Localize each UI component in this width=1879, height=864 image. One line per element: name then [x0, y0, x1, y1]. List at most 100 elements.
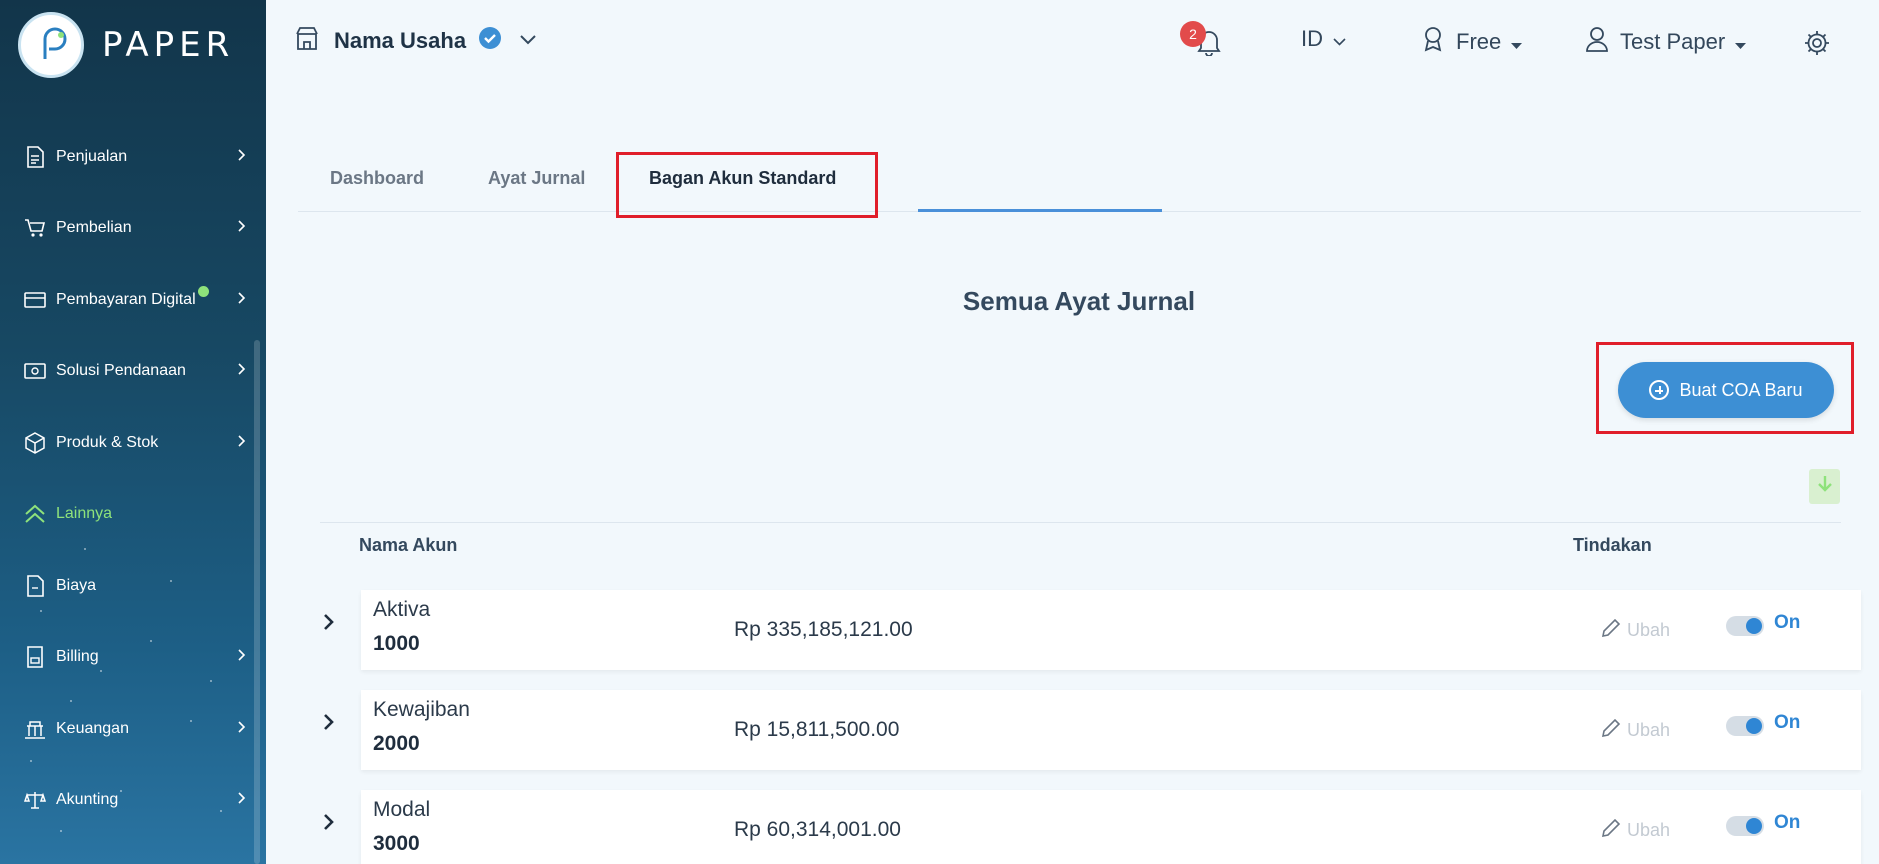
- highlight-box-button: [1596, 342, 1854, 434]
- chevron-right-icon: [238, 362, 246, 380]
- account-name: Modal: [373, 798, 431, 821]
- pencil-icon: [1601, 618, 1621, 643]
- toggle-knob: [1746, 718, 1762, 734]
- sidebar-item-label: Pembelian: [56, 219, 132, 237]
- award-icon: [1422, 26, 1444, 58]
- edit-button[interactable]: Ubah: [1601, 618, 1670, 643]
- pencil-icon: [1601, 818, 1621, 843]
- sidebar-item-label: Keuangan: [56, 719, 129, 737]
- money-icon: [24, 360, 46, 382]
- sidebar-item-lainnya[interactable]: Lainnya: [0, 479, 266, 551]
- brand-name: PAPER: [102, 25, 235, 65]
- expand-row-button[interactable]: [323, 710, 335, 738]
- sidebar-item-label: Lainnya: [56, 505, 113, 523]
- sidebar-item-biaya[interactable]: Biaya: [0, 550, 266, 622]
- download-button[interactable]: [1809, 469, 1840, 504]
- billing-icon: [24, 646, 46, 669]
- sidebar-item-keuangan[interactable]: Keuangan: [0, 693, 266, 765]
- account-name: Kewajiban: [373, 698, 470, 721]
- chevron-right-icon: [238, 434, 246, 452]
- account-code: 2000: [373, 732, 420, 755]
- table-row: Aktiva 1000 Rp 335,185,121.00 Ubah On: [361, 590, 1861, 670]
- sidebar-item-penjualan[interactable]: Penjualan: [0, 121, 266, 193]
- status-label: On: [1774, 712, 1801, 733]
- sidebar-item-label: Penjualan: [56, 147, 128, 165]
- plan-selector[interactable]: Free: [1422, 26, 1523, 58]
- sidebar-item-label: Billing: [56, 648, 99, 666]
- brand[interactable]: PAPER: [18, 12, 234, 78]
- sidebar-item-akunting[interactable]: Akunting: [0, 765, 266, 837]
- edit-label: Ubah: [1627, 820, 1671, 840]
- notification-count-badge: 2: [1180, 21, 1206, 47]
- column-header-actions: Tindakan: [1573, 535, 1652, 555]
- chevron-down-icon[interactable]: [520, 32, 536, 50]
- account-code: 3000: [373, 832, 420, 855]
- tab-bar: Dashboard Ayat Jurnal Bagan Akun Standar…: [298, 152, 1861, 212]
- sidebar-item-label: Akunting: [56, 791, 119, 809]
- sidebar-item-solusi-pendanaan[interactable]: Solusi Pendanaan: [0, 336, 266, 408]
- user-icon: [1586, 26, 1608, 58]
- pencil-icon: [1601, 718, 1621, 743]
- business-name: Nama Usaha: [334, 27, 467, 53]
- chevrons-up-icon: [24, 503, 46, 525]
- arrow-down-icon: [1817, 475, 1833, 498]
- settings-button[interactable]: [1804, 30, 1830, 62]
- language-selector[interactable]: ID: [1301, 26, 1346, 52]
- status-toggle[interactable]: [1726, 816, 1764, 836]
- sidebar-item-label: Biaya: [56, 576, 97, 594]
- chevron-right-icon: [238, 219, 246, 237]
- tab-ayat-jurnal[interactable]: Ayat Jurnal: [488, 168, 585, 189]
- status-label: On: [1774, 812, 1801, 833]
- expand-row-button[interactable]: [323, 810, 335, 838]
- account-amount: Rp 335,185,121.00: [734, 618, 913, 641]
- scale-icon: [24, 789, 46, 811]
- sidebar-item-produk-stok[interactable]: Produk & Stok: [0, 407, 266, 479]
- active-tab-indicator: [918, 209, 1162, 212]
- table-row: Kewajiban 2000 Rp 15,811,500.00 Ubah On: [361, 690, 1861, 770]
- account-name: Aktiva: [373, 598, 431, 621]
- document-icon: [24, 145, 46, 168]
- sidebar-item-label: Produk & Stok: [56, 433, 159, 451]
- chevron-right-icon: [238, 148, 246, 166]
- cart-icon: [24, 217, 46, 239]
- table-header: Nama Akun Tindakan: [320, 522, 1841, 562]
- chevron-right-icon: [238, 791, 246, 809]
- status-label: On: [1774, 612, 1801, 633]
- tab-dashboard[interactable]: Dashboard: [330, 168, 424, 189]
- highlight-box-tab: [616, 152, 878, 218]
- table-row: Modal 3000 Rp 60,314,001.00 Ubah On: [361, 790, 1861, 864]
- business-switcher[interactable]: Nama Usaha: [296, 26, 536, 55]
- sidebar-item-pembelian[interactable]: Pembelian: [0, 193, 266, 265]
- user-name: Test Paper: [1620, 29, 1726, 54]
- plan-value: Free: [1456, 29, 1502, 54]
- account-amount: Rp 15,811,500.00: [734, 718, 900, 741]
- status-toggle[interactable]: [1726, 616, 1764, 636]
- gear-icon: [1804, 30, 1830, 62]
- edit-button[interactable]: Ubah: [1601, 818, 1670, 843]
- column-header-name: Nama Akun: [359, 535, 458, 555]
- bank-icon: [24, 718, 46, 740]
- expand-row-button[interactable]: [323, 610, 335, 638]
- verified-badge-icon: [478, 26, 502, 55]
- user-menu[interactable]: Test Paper: [1586, 26, 1747, 58]
- page-title: Semua Ayat Jurnal: [962, 286, 1196, 316]
- caret-down-icon: [1735, 29, 1747, 55]
- chevron-down-icon: [1333, 26, 1346, 52]
- toggle-knob: [1746, 818, 1762, 834]
- sidebar-nav: Penjualan Pembelian Pembayaran Digital S…: [0, 121, 266, 836]
- paper-logo-icon: [18, 12, 84, 78]
- language-value: ID: [1301, 26, 1323, 51]
- box-icon: [24, 431, 46, 454]
- store-icon: [296, 26, 318, 55]
- sidebar: PAPER Penjualan Pembelian Pembayaran Dig…: [0, 0, 266, 864]
- account-code: 1000: [373, 632, 420, 655]
- account-amount: Rp 60,314,001.00: [734, 818, 901, 841]
- sidebar-item-billing[interactable]: Billing: [0, 622, 266, 694]
- edit-button[interactable]: Ubah: [1601, 718, 1670, 743]
- edit-label: Ubah: [1627, 720, 1671, 740]
- edit-label: Ubah: [1627, 620, 1671, 640]
- chevron-right-icon: [238, 648, 246, 666]
- caret-down-icon: [1511, 29, 1523, 55]
- chevron-right-icon: [238, 720, 246, 738]
- status-toggle[interactable]: [1726, 716, 1764, 736]
